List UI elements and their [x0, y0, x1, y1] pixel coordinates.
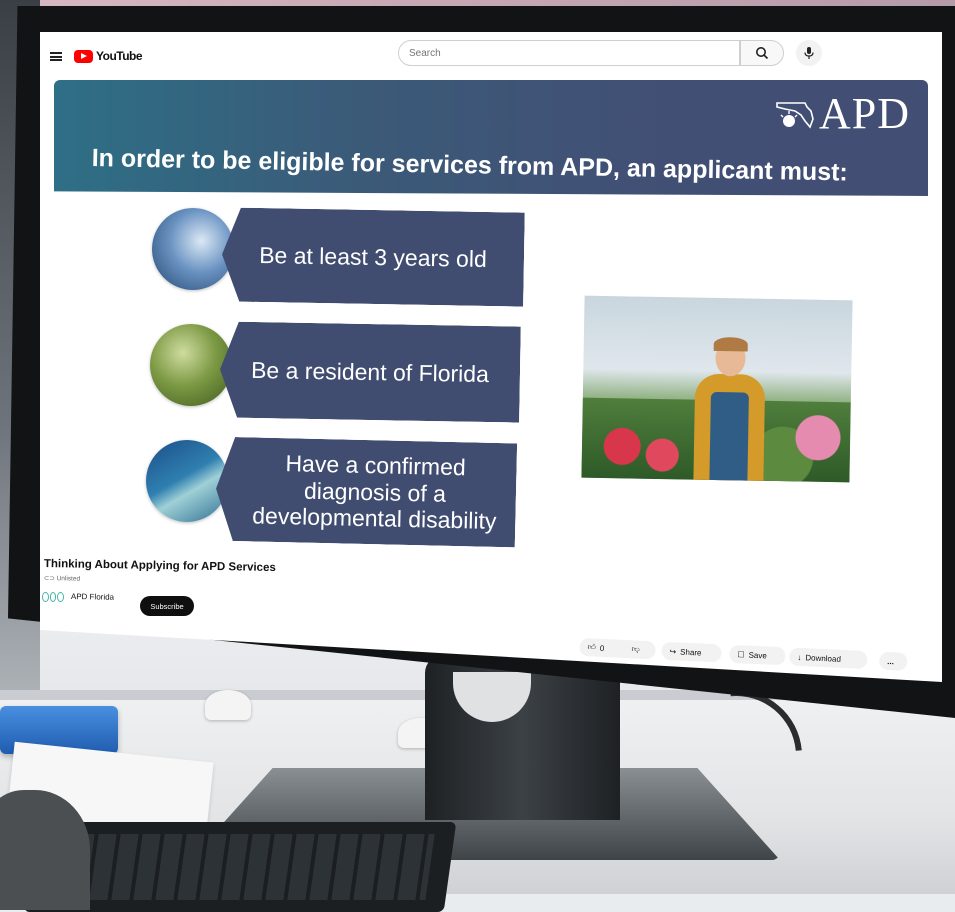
cable-clip — [205, 690, 251, 720]
misty-forest-image — [152, 208, 234, 290]
video-player-slide[interactable]: APD In order to be eligible for services… — [40, 78, 942, 568]
video-title: Thinking About Applying for APD Services — [43, 558, 276, 575]
unlisted-icon: ⊂⊃ — [43, 574, 57, 583]
microphone-icon — [804, 47, 814, 59]
save-icon: ☐ — [737, 649, 745, 659]
search-button[interactable] — [740, 40, 784, 66]
requirement-item: Be a resident of Florida — [219, 321, 521, 422]
share-button[interactable]: ↪ Share — [661, 641, 722, 663]
apd-logo-text: APD — [818, 89, 910, 138]
more-icon: ... — [887, 656, 895, 666]
person-holding-plants — [693, 336, 766, 483]
monitor-screen: YouTube Search APD In order to be eligib… — [40, 32, 942, 682]
subscribe-button[interactable]: Subscribe — [140, 596, 194, 616]
person-apron — [709, 391, 749, 483]
youtube-play-icon — [74, 49, 93, 63]
apd-logo: APD — [775, 88, 910, 139]
requirement-label: Have a confirmed diagnosis of a developm… — [252, 450, 497, 535]
requirement-item: Have a confirmed diagnosis of a developm… — [215, 437, 517, 548]
hamburger-menu-icon[interactable] — [50, 52, 62, 61]
youtube-logo[interactable]: YouTube — [74, 48, 143, 64]
share-label: Share — [679, 647, 702, 658]
avatar-ring — [49, 592, 57, 602]
save-button[interactable]: ☐ Save — [729, 644, 786, 666]
florida-sun-icon — [776, 101, 814, 129]
slide-banner: APD In order to be eligible for services… — [54, 80, 928, 196]
download-button[interactable]: ↓ Download — [788, 647, 868, 670]
share-icon: ↪ — [669, 646, 677, 656]
like-count: 0 — [599, 643, 605, 653]
aerial-coastline-image — [146, 440, 228, 522]
requirement-item: Be at least 3 years old — [221, 207, 525, 306]
voice-search-button[interactable] — [796, 40, 822, 66]
avatar-ring — [42, 592, 49, 602]
person-hair — [713, 336, 748, 352]
requirement-label: Be at least 3 years old — [259, 241, 487, 272]
thumbs-down-icon: 👎︎ — [631, 644, 640, 654]
youtube-logo-text: YouTube — [96, 49, 143, 63]
more-actions-button[interactable]: ... — [878, 651, 908, 671]
avatar-ring — [57, 592, 65, 602]
download-icon: ↓ — [797, 652, 802, 662]
greenhouse-person-photo — [581, 295, 853, 483]
search-input[interactable] — [398, 40, 740, 66]
visibility-text: Unlisted — [56, 575, 81, 583]
channel-name[interactable]: APD Florida — [71, 592, 114, 602]
download-label: Download — [805, 652, 842, 664]
thumbs-up-icon: 👍︎ — [587, 642, 597, 652]
channel-avatar[interactable] — [42, 592, 65, 602]
save-label: Save — [748, 650, 768, 660]
slide-headline: In order to be eligible for services fro… — [91, 144, 849, 187]
green-grass-image — [150, 324, 232, 406]
search-icon — [756, 47, 769, 60]
requirement-label: Be a resident of Florida — [250, 356, 490, 387]
youtube-header: YouTube — [40, 32, 942, 78]
visibility-label: ⊂⊃ Unlisted — [44, 574, 80, 583]
dislike-button[interactable]: 👎︎ — [623, 639, 656, 660]
